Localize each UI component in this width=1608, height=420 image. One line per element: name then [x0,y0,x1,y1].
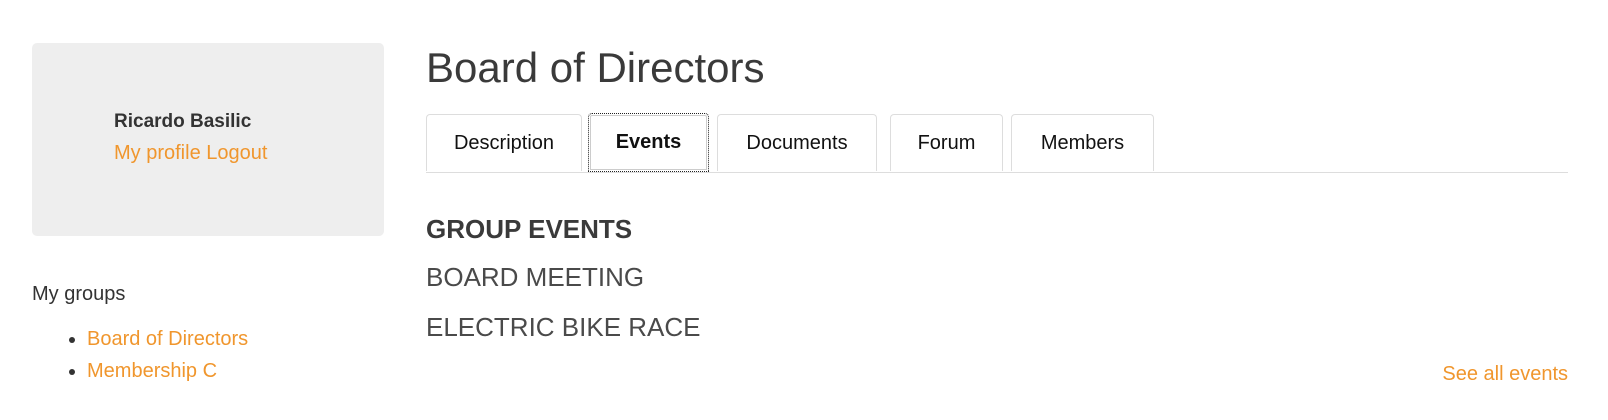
tab-forum[interactable]: Forum [890,114,1003,171]
see-all-events-link[interactable]: See all events [1442,363,1568,386]
event-item[interactable]: ELECTRIC BIKE RACE [426,312,701,343]
logout-link[interactable]: Logout [206,142,267,164]
profile-links: My profile Logout [114,142,267,165]
section-heading: GROUP EVENTS [426,214,633,244]
profile-name: Ricardo Basilic [114,111,252,132]
profile-card: Ricardo Basilic My profile Logout [32,43,384,236]
group-link-board-of-directors[interactable]: Board of Directors [87,328,248,350]
tab-description[interactable]: Description [426,114,582,171]
groups-heading: My groups [32,283,126,305]
tab-bar: Description Events Documents Forum Membe… [426,113,1568,173]
my-profile-link[interactable]: My profile [114,142,201,164]
event-item[interactable]: BOARD MEETING [426,262,644,293]
tab-documents[interactable]: Documents [717,114,877,171]
group-item: Membership C [87,355,248,387]
groups-list: Board of Directors Membership C [32,323,248,387]
tab-members[interactable]: Members [1011,114,1154,171]
group-link-membership-c[interactable]: Membership C [87,360,217,382]
tab-events[interactable]: Events [588,113,709,172]
page-title: Board of Directors [426,44,765,91]
group-item: Board of Directors [87,323,248,355]
